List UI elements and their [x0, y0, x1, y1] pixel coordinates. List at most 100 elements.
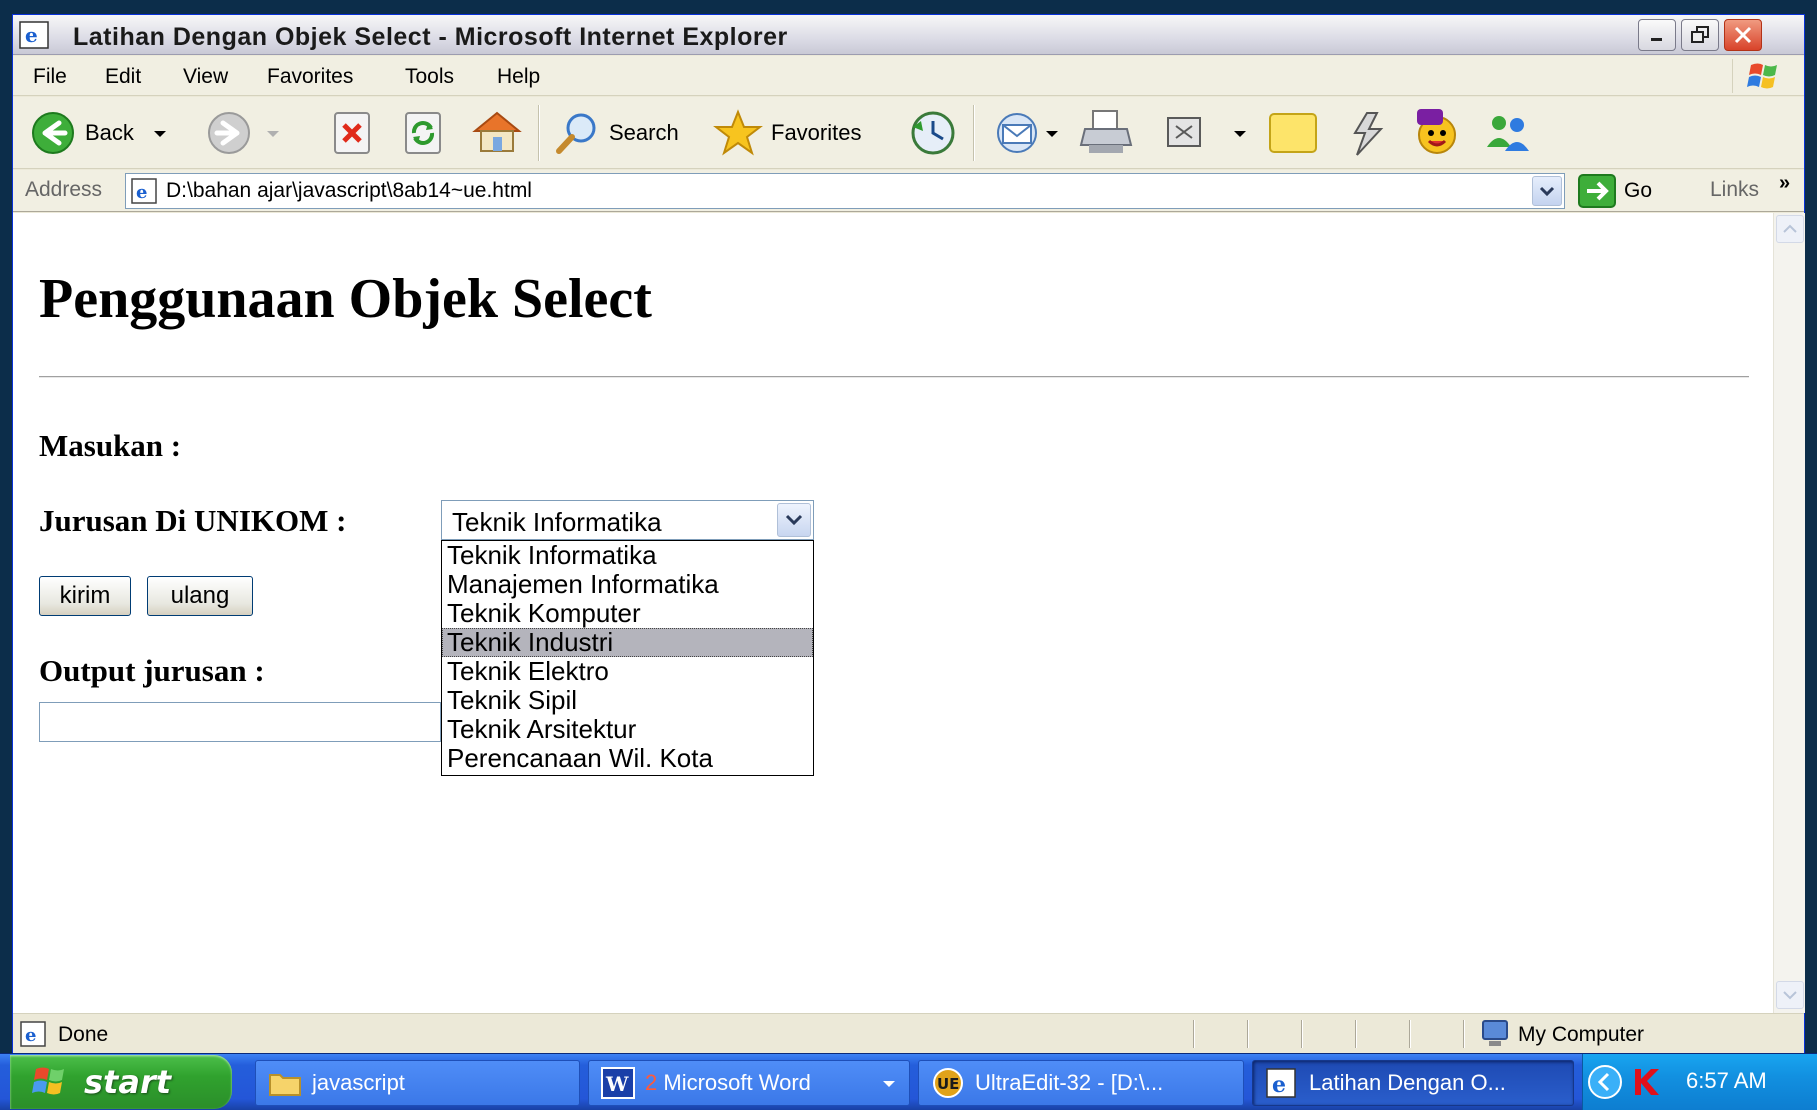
address-dropdown-button[interactable] [1532, 176, 1562, 206]
search-button[interactable]: Search [553, 111, 679, 155]
go-button[interactable]: Go [1578, 174, 1652, 208]
chevron-down-icon [785, 514, 803, 526]
select-option[interactable]: Teknik Arsitektur [442, 715, 813, 744]
favorites-label: Favorites [771, 120, 862, 145]
print-button[interactable] [1079, 109, 1135, 157]
chevron-down-icon [1539, 186, 1555, 197]
yahoo-smiley-icon [1417, 109, 1456, 154]
search-icon [556, 113, 596, 154]
status-bar: e Done My Computer [13, 1013, 1804, 1053]
task-label: 2 Microsoft Word [645, 1070, 811, 1096]
menu-favorites[interactable]: Favorites [267, 65, 353, 89]
page-icon: e [131, 178, 157, 204]
ie-icon: e [1266, 1068, 1296, 1098]
task-label: Latihan Dengan O... [1309, 1070, 1506, 1095]
kaspersky-icon[interactable] [1629, 1065, 1663, 1099]
scroll-up-button[interactable] [1776, 215, 1804, 243]
printer-icon [1079, 110, 1133, 153]
chevron-right-icon[interactable]: » [1779, 172, 1790, 195]
toolbar: Back Search Favorites [13, 97, 1804, 169]
task-microsoft-word[interactable]: W 2 Microsoft Word [588, 1060, 910, 1106]
select-option[interactable]: Teknik Sipil [442, 686, 813, 715]
select-option[interactable]: Manajemen Informatika [442, 570, 813, 599]
select-label: Jurusan Di UNIKOM : [39, 503, 347, 538]
start-label: start [84, 1063, 172, 1101]
mail-button[interactable] [993, 111, 1061, 155]
page-heading: Penggunaan Objek Select [39, 268, 652, 330]
task-latihan-active[interactable]: e Latihan Dengan O... [1252, 1060, 1574, 1106]
vertical-scrollbar[interactable] [1773, 213, 1805, 1013]
status-separator [1463, 1020, 1465, 1048]
select-option[interactable]: Teknik Informatika [442, 541, 813, 570]
ultraedit-icon: UE [933, 1068, 963, 1098]
edit-button[interactable] [1165, 113, 1255, 153]
refresh-button[interactable] [402, 111, 446, 155]
security-zone-text: My Computer [1518, 1023, 1645, 1046]
status-separator [1247, 1020, 1249, 1048]
yahoo-messenger-button[interactable] [1409, 107, 1465, 157]
horizontal-rule [39, 376, 1749, 378]
dropdown-arrow-icon [1234, 131, 1246, 137]
history-button[interactable] [907, 109, 959, 157]
select-option-highlighted[interactable]: Teknik Industri [442, 628, 813, 657]
svg-text:e: e [1272, 1072, 1286, 1098]
svg-text:e: e [136, 182, 147, 203]
menu-tools[interactable]: Tools [405, 65, 454, 89]
back-arrow-icon [32, 112, 74, 154]
scroll-down-button[interactable] [1776, 981, 1804, 1009]
my-computer-icon [1482, 1020, 1508, 1046]
select-option[interactable]: Teknik Elektro [442, 657, 813, 686]
minimize-button[interactable] [1638, 19, 1676, 51]
address-input[interactable]: e D:\bahan ajar\javascript\8ab14~ue.html [125, 173, 1565, 209]
messenger-button[interactable] [1337, 111, 1391, 157]
browser-window: e Latihan Dengan Objek Select - Microsof… [12, 14, 1805, 1054]
task-label: javascript [312, 1070, 405, 1095]
dropdown-arrow-icon [1046, 131, 1058, 137]
toolbar-separator [538, 105, 540, 161]
msn-messenger-button[interactable] [1481, 111, 1537, 155]
forward-arrow-icon [208, 112, 250, 154]
task-count-badge: 2 [645, 1070, 658, 1095]
dropdown-arrow-icon [153, 131, 166, 137]
select-option[interactable]: Teknik Komputer [442, 599, 813, 628]
title-bar[interactable]: e Latihan Dengan Objek Select - Microsof… [13, 15, 1804, 55]
status-separator [1193, 1020, 1195, 1048]
task-ultraedit[interactable]: UE UltraEdit-32 - [D:\... [918, 1060, 1244, 1106]
menu-edit[interactable]: Edit [105, 65, 141, 89]
start-button[interactable]: start [10, 1055, 232, 1109]
stop-icon [334, 112, 370, 154]
go-arrow-icon [1578, 174, 1616, 208]
select-current-value: Teknik Informatika [452, 507, 662, 537]
stop-button[interactable] [331, 111, 375, 155]
close-button[interactable] [1724, 19, 1762, 51]
address-bar: Address e D:\bahan ajar\javascript\8ab14… [13, 170, 1804, 212]
restore-icon [1691, 26, 1709, 43]
home-button[interactable] [471, 109, 523, 155]
select-dropdown-button[interactable] [777, 503, 811, 537]
task-label-text: Microsoft Word [663, 1070, 811, 1095]
search-label: Search [609, 120, 679, 145]
task-javascript[interactable]: javascript [255, 1060, 580, 1106]
tray-expand-icon[interactable] [1585, 1062, 1625, 1102]
ulang-button[interactable]: ulang [147, 576, 253, 616]
select-option[interactable]: Perencanaan Wil. Kota [442, 744, 813, 773]
menu-help[interactable]: Help [497, 65, 540, 89]
menu-view[interactable]: View [183, 65, 228, 89]
output-label: Output jurusan : [39, 653, 265, 688]
discuss-button[interactable] [1267, 111, 1319, 155]
go-label: Go [1624, 179, 1653, 202]
links-label[interactable]: Links [1710, 178, 1759, 202]
mail-icon [997, 113, 1037, 153]
restore-button[interactable] [1681, 19, 1719, 51]
back-button[interactable]: Back [29, 111, 172, 155]
address-label: Address [25, 178, 103, 201]
menu-file[interactable]: File [33, 65, 67, 89]
status-separator [1409, 1020, 1411, 1048]
kirim-button[interactable]: kirim [39, 576, 131, 616]
forward-button[interactable] [205, 111, 285, 155]
output-text-field[interactable] [39, 702, 441, 742]
dropdown-arrow-icon [883, 1081, 895, 1087]
folder-icon [269, 1074, 301, 1096]
favorites-button[interactable]: Favorites [713, 109, 861, 157]
jurusan-select[interactable]: Teknik Informatika [441, 500, 814, 540]
